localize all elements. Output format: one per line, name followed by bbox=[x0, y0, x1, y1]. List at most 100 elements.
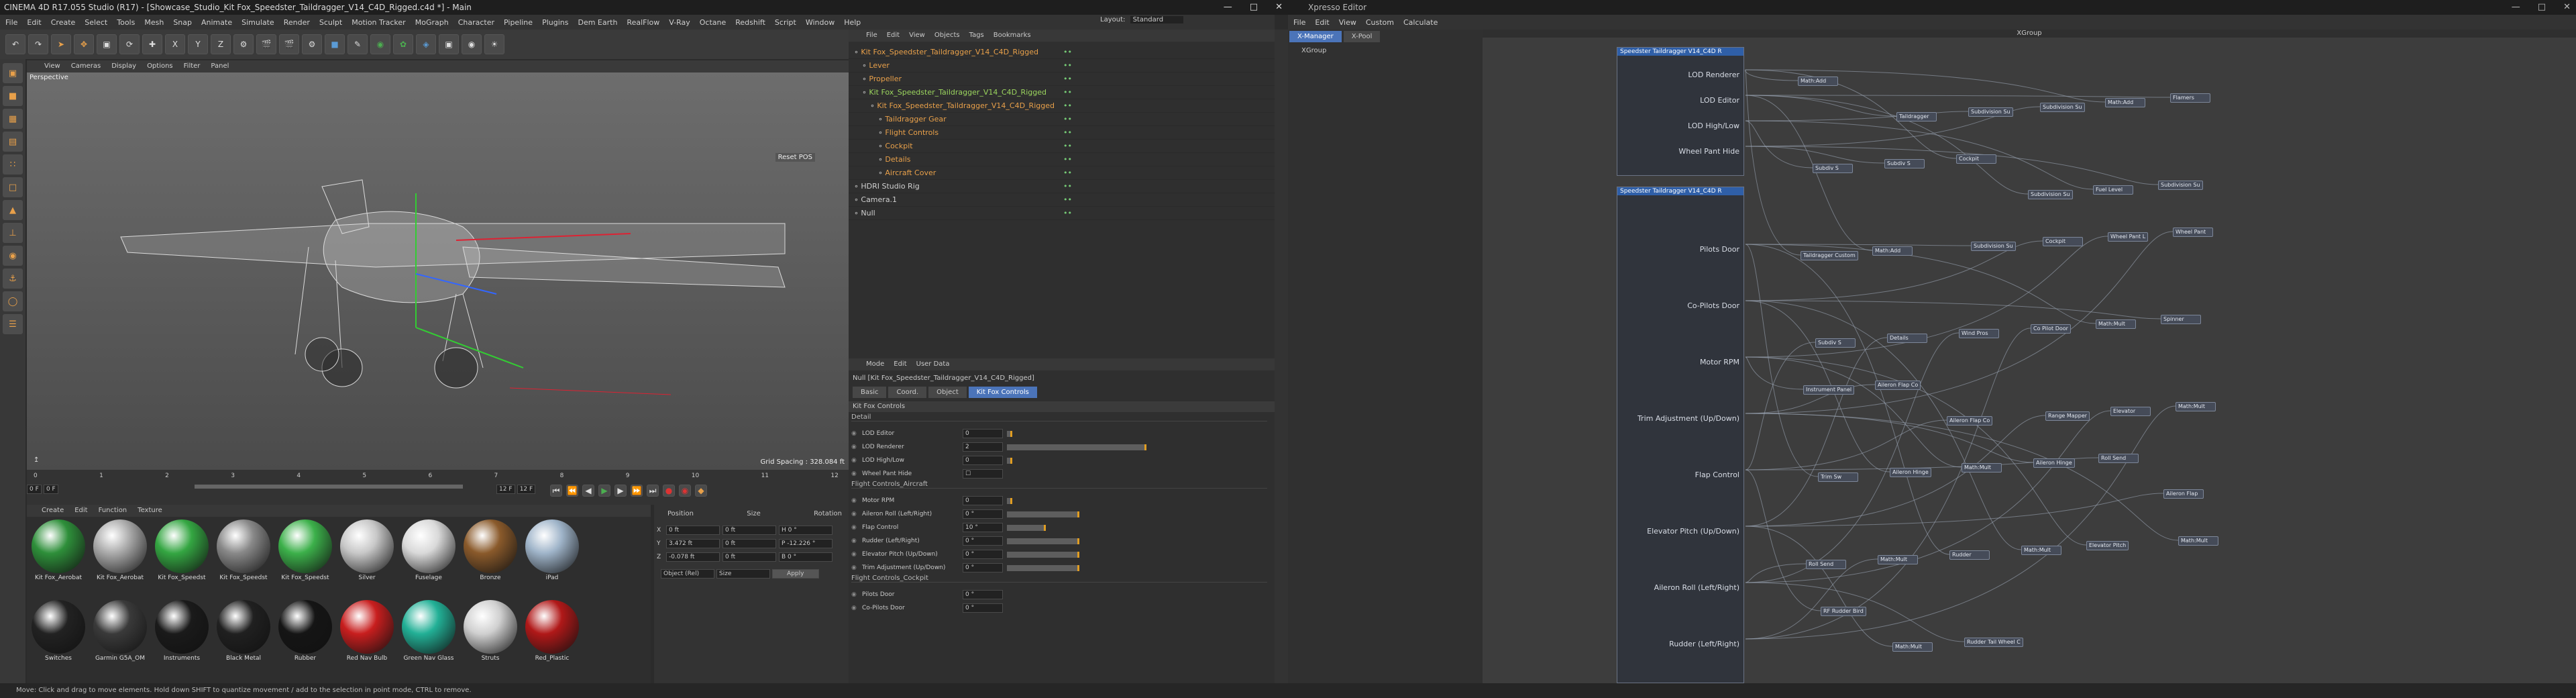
viewport-menu-item[interactable]: Panel bbox=[211, 60, 229, 72]
visibility-dots-icon[interactable]: •• bbox=[1063, 126, 1072, 140]
material-swatch[interactable]: Instruments bbox=[153, 600, 211, 670]
coord-rotation-field[interactable]: B 0 ° bbox=[779, 552, 833, 562]
coord-mode-select[interactable]: Object (Rel) bbox=[661, 569, 714, 579]
node-port[interactable]: LOD Renderer bbox=[1688, 70, 1739, 79]
minimize-icon[interactable]: — bbox=[1224, 0, 1232, 15]
node-port[interactable]: LOD Editor bbox=[1700, 96, 1739, 105]
xpresso-maximize-icon[interactable]: □ bbox=[2538, 0, 2546, 15]
rotate-icon[interactable]: ⟳ bbox=[119, 34, 140, 54]
xpresso-node[interactable]: Math:Add bbox=[2105, 98, 2145, 107]
param-value-field[interactable]: 0 bbox=[963, 496, 1003, 505]
layout-selector[interactable]: Layout: Standard bbox=[1100, 16, 1184, 23]
material-swatch[interactable]: Bronze bbox=[462, 519, 519, 589]
xpresso-node[interactable]: Math:Mult bbox=[2178, 536, 2218, 546]
viewport-menu-item[interactable]: Cameras bbox=[71, 60, 101, 72]
coord-size-field[interactable]: 0 ft bbox=[722, 539, 776, 548]
xpresso-node[interactable]: Details bbox=[1887, 334, 1927, 343]
menu-item[interactable]: V-Ray bbox=[669, 18, 690, 27]
workplane-icon[interactable]: ▤ bbox=[3, 132, 23, 152]
menu-item[interactable]: Character bbox=[458, 18, 494, 27]
coordinate-system-icon[interactable]: ⚙ bbox=[233, 34, 254, 54]
param-value-field[interactable]: 0 ° bbox=[963, 550, 1003, 559]
param-slider[interactable] bbox=[1007, 444, 1146, 450]
object-menu-item[interactable]: File bbox=[866, 30, 877, 42]
menu-item[interactable]: Animate bbox=[201, 18, 232, 27]
frame-range-bar[interactable] bbox=[195, 485, 463, 489]
object-row[interactable]: ∘ Camera.1 •• bbox=[849, 193, 1275, 207]
param-animate-icon[interactable]: ◉ bbox=[851, 467, 857, 481]
object-row[interactable]: ∘ Lever •• bbox=[849, 59, 1275, 72]
coord-size-select[interactable]: Size bbox=[716, 569, 770, 579]
param-slider[interactable] bbox=[1007, 525, 1046, 531]
menu-item[interactable]: Plugins bbox=[542, 18, 568, 27]
visibility-dots-icon[interactable]: •• bbox=[1063, 153, 1072, 166]
xpresso-node[interactable]: Subdivision Su bbox=[2040, 103, 2085, 112]
material-swatch[interactable]: iPad bbox=[523, 519, 581, 589]
param-animate-icon[interactable]: ◉ bbox=[851, 507, 857, 521]
coord-rotation-field[interactable]: P -12.226 ° bbox=[779, 539, 833, 548]
material-swatch[interactable]: Switches bbox=[30, 600, 87, 670]
lock-icon[interactable]: ◯ bbox=[3, 291, 23, 311]
3d-viewport[interactable]: Perspective Reset POS Grid Spacing : 328… bbox=[27, 72, 849, 470]
param-animate-icon[interactable]: ◉ bbox=[851, 588, 857, 601]
coord-position-field[interactable]: -0.078 ft bbox=[666, 552, 720, 562]
param-slider[interactable] bbox=[1007, 565, 1079, 571]
xpresso-node[interactable]: Math:Mult bbox=[1962, 463, 2002, 472]
menu-item[interactable]: Render bbox=[284, 18, 310, 27]
object-menu-item[interactable]: Objects bbox=[934, 30, 960, 42]
menu-item[interactable]: Snap bbox=[173, 18, 192, 27]
render-view-icon[interactable]: 🎬 bbox=[256, 34, 276, 54]
xpresso-node[interactable]: Math:Mult bbox=[1878, 555, 1918, 564]
object-row[interactable]: ∘ Propeller •• bbox=[849, 72, 1275, 86]
attribute-tab[interactable]: Kit Fox Controls bbox=[968, 387, 1037, 398]
x-axis-icon[interactable]: X bbox=[165, 34, 185, 54]
menu-item[interactable]: Help bbox=[844, 18, 861, 27]
object-row[interactable]: ∘ Null •• bbox=[849, 207, 1275, 220]
xpresso-node[interactable]: Fuel Level bbox=[2093, 185, 2133, 195]
xpresso-menu-item[interactable]: Calculate bbox=[1403, 18, 1438, 27]
xpresso-node[interactable]: RF Rudder Bird bbox=[1821, 607, 1866, 616]
attribute-menu-item[interactable]: Edit bbox=[894, 358, 906, 370]
menu-item[interactable]: Tools bbox=[117, 18, 135, 27]
material-swatch[interactable]: Red Nav Bulb bbox=[338, 600, 396, 670]
coord-position-field[interactable]: 0 ft bbox=[666, 526, 720, 535]
points-mode-icon[interactable]: ∷ bbox=[3, 154, 23, 174]
material-menu-item[interactable]: Create bbox=[42, 505, 64, 517]
xpresso-node[interactable]: Spinner bbox=[2161, 315, 2201, 324]
xpresso-node[interactable]: Range Mapper bbox=[2045, 411, 2090, 421]
attribute-tab[interactable]: Basic bbox=[853, 387, 887, 398]
param-slider[interactable] bbox=[1007, 431, 1012, 437]
object-row[interactable]: ∘ Kit Fox_Speedster_Taildragger_V14_C4D_… bbox=[849, 99, 1275, 113]
param-animate-icon[interactable]: ◉ bbox=[851, 494, 857, 507]
object-menu-item[interactable]: View bbox=[909, 30, 925, 42]
visibility-dots-icon[interactable]: •• bbox=[1063, 113, 1072, 126]
material-swatch[interactable]: Kit Fox_Aerobat bbox=[30, 519, 87, 589]
timeline[interactable]: 0 1 2 3 4 5 6 7 8 9 10 11 12 0 F 0 F 12 F 12 F ⏮ ⏪ ◀… bbox=[27, 470, 849, 505]
maximize-icon[interactable]: □ bbox=[1250, 0, 1258, 15]
param-value-field[interactable]: 0 ° bbox=[963, 509, 1003, 519]
xpresso-node[interactable]: Subdivision Su bbox=[1968, 107, 2013, 117]
key-icon[interactable]: ◆ bbox=[695, 485, 707, 497]
layers-icon[interactable]: ☰ bbox=[3, 314, 23, 334]
viewport-menu-item[interactable]: View bbox=[44, 60, 60, 72]
material-swatch[interactable]: Kit Fox_Speedst bbox=[215, 519, 272, 589]
xpresso-node[interactable]: Subdiv S bbox=[1813, 164, 1853, 173]
node-port[interactable]: Co-Pilots Door bbox=[1687, 301, 1739, 310]
xpresso-node[interactable]: Math:Mult bbox=[1892, 642, 1933, 652]
xpresso-node[interactable]: Wheel Pant L bbox=[2108, 232, 2149, 242]
layout-value[interactable]: Standard bbox=[1130, 16, 1184, 23]
coord-size-field[interactable]: 0 ft bbox=[722, 552, 776, 562]
go-to-start-icon[interactable]: ⏮ bbox=[550, 485, 562, 497]
menu-item[interactable]: Script bbox=[775, 18, 796, 27]
menu-item[interactable]: Motion Tracker bbox=[352, 18, 405, 27]
xpresso-menu-item[interactable]: Custom bbox=[1366, 18, 1394, 27]
node-port[interactable]: Rudder (Left/Right) bbox=[1669, 640, 1739, 648]
scale-icon[interactable]: ▣ bbox=[97, 34, 117, 54]
render-settings-icon[interactable]: ⚙ bbox=[302, 34, 322, 54]
param-slider[interactable] bbox=[1007, 511, 1079, 517]
xpresso-close-icon[interactable]: ✕ bbox=[2563, 0, 2571, 15]
material-menu-item[interactable]: Function bbox=[99, 505, 127, 517]
xpresso-node[interactable]: Aileron Flap Co bbox=[1875, 381, 1921, 390]
menu-item[interactable]: Edit bbox=[27, 18, 41, 27]
deformer-icon[interactable]: ◈ bbox=[416, 34, 436, 54]
